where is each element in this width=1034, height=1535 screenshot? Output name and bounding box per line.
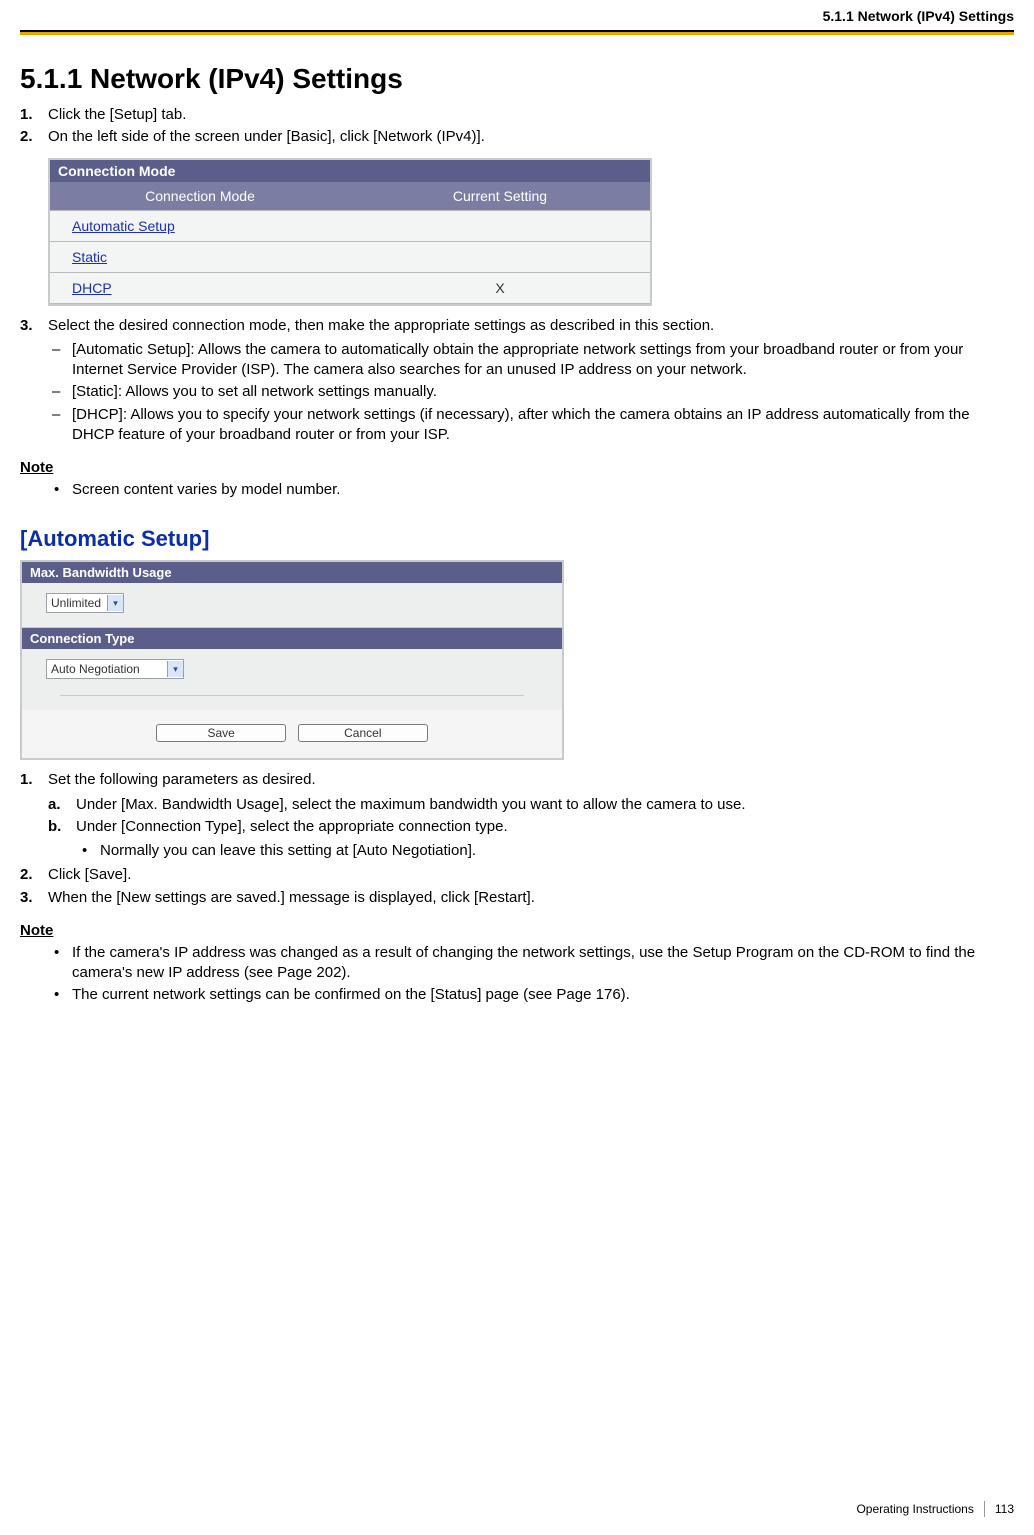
step-2: 2.On the left side of the screen under […	[48, 127, 1014, 147]
figure-connection-mode: Connection Mode Connection Mode Current …	[48, 158, 652, 306]
bandwidth-select[interactable]: Unlimited ▾	[46, 593, 124, 613]
step-3: 3. Select the desired connection mode, t…	[48, 316, 1014, 446]
conntype-select-value: Auto Negotiation	[47, 662, 167, 676]
figure2-bar-bandwidth: Max. Bandwidth Usage	[22, 562, 562, 583]
conntype-select[interactable]: Auto Negotiation ▾	[46, 659, 184, 679]
current-setting-cell: X	[350, 272, 650, 303]
figure2-row-bandwidth: Unlimited ▾	[22, 583, 562, 628]
table-row: Automatic Setup	[50, 210, 650, 241]
step-b1: 1. Set the following parameters as desir…	[48, 770, 1014, 861]
chevron-down-icon: ▾	[107, 595, 123, 611]
note-heading: Note	[20, 922, 1014, 939]
save-button[interactable]: Save	[156, 724, 286, 742]
mode-link-automatic[interactable]: Automatic Setup	[50, 210, 350, 241]
figure-automatic-setup: Max. Bandwidth Usage Unlimited ▾ Connect…	[20, 560, 564, 760]
step-text: Click [Save].	[48, 866, 131, 883]
header-rule	[20, 30, 1014, 35]
mode-link-dhcp[interactable]: DHCP	[50, 272, 350, 303]
step-b2: 2.Click [Save].	[48, 865, 1014, 885]
current-setting-cell	[350, 241, 650, 272]
table-row: Static	[50, 241, 650, 272]
footer-page-number: 113	[995, 1502, 1014, 1516]
substep-b-bullets: Normally you can leave this setting at […	[76, 841, 1014, 861]
step-text: Under [Max. Bandwidth Usage], select the…	[76, 796, 746, 813]
footer-label: Operating Instructions	[856, 1502, 973, 1516]
section-title: 5.1.1 Network (IPv4) Settings	[20, 63, 1014, 95]
list-item: Normally you can leave this setting at […	[100, 841, 1014, 861]
cancel-button[interactable]: Cancel	[298, 724, 428, 742]
figure1-col-current: Current Setting	[350, 182, 650, 211]
running-header: 5.1.1 Network (IPv4) Settings	[20, 0, 1014, 24]
step-text: Set the following parameters as desired.	[48, 771, 316, 788]
list-item: If the camera's IP address was changed a…	[72, 943, 1014, 984]
substep-b: b.Under [Connection Type], select the ap…	[76, 817, 1014, 862]
figure1-header-row: Connection Mode Current Setting	[50, 182, 650, 211]
step-text: On the left side of the screen under [Ba…	[48, 128, 485, 145]
figure2-row-conntype: Auto Negotiation ▾	[22, 649, 562, 710]
list-item: [DHCP]: Allows you to specify your netwo…	[72, 405, 1014, 446]
divider	[60, 695, 524, 696]
list-item: Screen content varies by model number.	[72, 480, 1014, 500]
substep-a: a.Under [Max. Bandwidth Usage], select t…	[76, 795, 1014, 815]
list-item: [Automatic Setup]: Allows the camera to …	[72, 340, 1014, 381]
bandwidth-select-value: Unlimited	[47, 596, 107, 610]
figure2-bar-conntype: Connection Type	[22, 628, 562, 649]
step-3-sublist: [Automatic Setup]: Allows the camera to …	[48, 340, 1014, 445]
current-setting-cell	[350, 210, 650, 241]
list-item: The current network settings can be conf…	[72, 985, 1014, 1005]
step-1: 1.Click the [Setup] tab.	[48, 105, 1014, 125]
subhead-automatic-setup: [Automatic Setup]	[20, 526, 1014, 552]
note-heading: Note	[20, 459, 1014, 476]
footer-divider	[984, 1501, 985, 1517]
procedure-list-a: 1.Click the [Setup] tab. 2.On the left s…	[20, 105, 1014, 148]
chevron-down-icon: ▾	[167, 661, 183, 677]
note-list-a: Screen content varies by model number.	[20, 480, 1014, 500]
list-item: [Static]: Allows you to set all network …	[72, 382, 1014, 402]
step-text: Under [Connection Type], select the appr…	[76, 818, 508, 835]
figure1-table: Connection Mode Current Setting Automati…	[50, 182, 650, 304]
step-text: When the [New settings are saved.] messa…	[48, 889, 535, 906]
step-text: Click the [Setup] tab.	[48, 106, 186, 123]
step-text: Select the desired connection mode, then…	[48, 317, 714, 334]
procedure-list-a-cont: 3. Select the desired connection mode, t…	[20, 316, 1014, 446]
step-b3: 3.When the [New settings are saved.] mes…	[48, 888, 1014, 908]
figure2-footer: Save Cancel	[22, 710, 562, 758]
figure1-titlebar: Connection Mode	[50, 160, 650, 182]
mode-link-static[interactable]: Static	[50, 241, 350, 272]
figure1-col-mode: Connection Mode	[50, 182, 350, 211]
page-footer: Operating Instructions 113	[856, 1501, 1014, 1517]
step-b1-sublist: a.Under [Max. Bandwidth Usage], select t…	[48, 795, 1014, 862]
note-list-b: If the camera's IP address was changed a…	[20, 943, 1014, 1006]
table-row: DHCP X	[50, 272, 650, 303]
procedure-list-b: 1. Set the following parameters as desir…	[20, 770, 1014, 908]
